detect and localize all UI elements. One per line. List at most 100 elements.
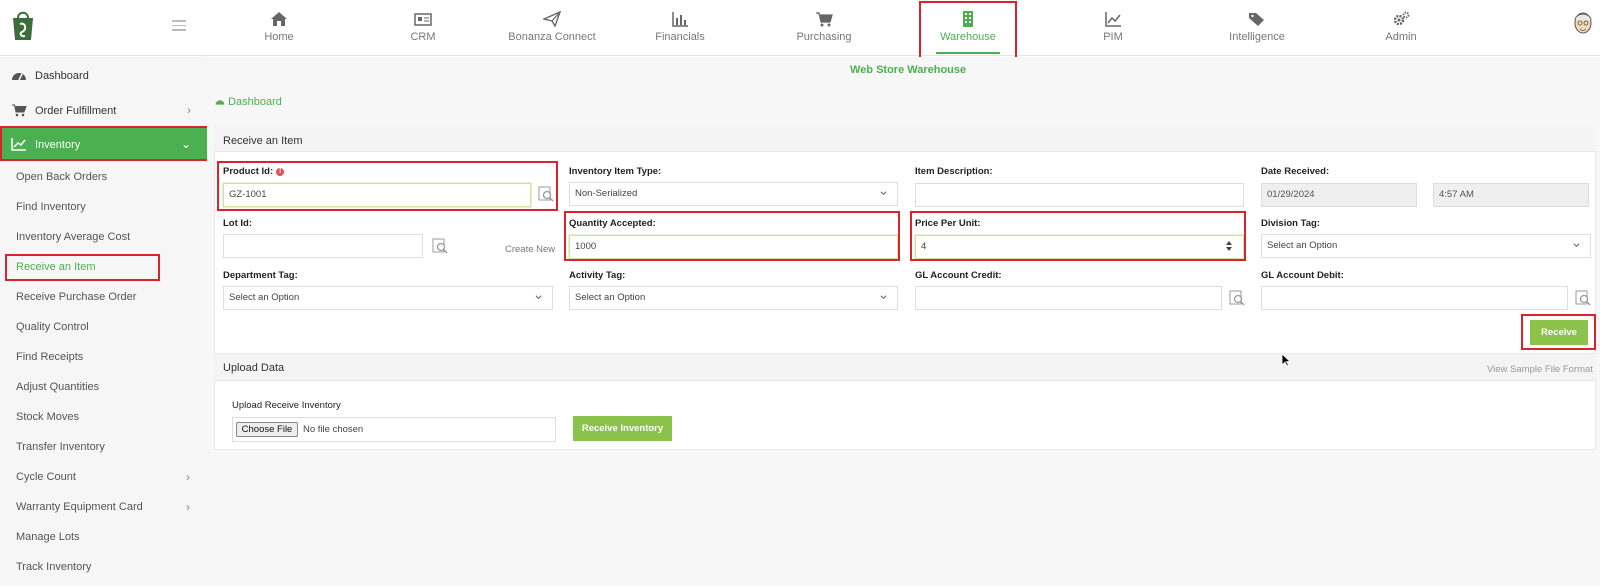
line-chart-icon bbox=[1105, 12, 1121, 27]
price-per-unit-input[interactable]: 4 bbox=[915, 235, 1244, 259]
nav-financials-label: Financials bbox=[655, 31, 705, 43]
breadcrumb-dashboard[interactable]: Dashboard bbox=[228, 96, 282, 108]
spinner-icon[interactable] bbox=[1225, 239, 1233, 253]
activity-tag-value: Select an Option bbox=[575, 292, 646, 303]
sidebar-sub-open-back-orders[interactable]: Open Back Orders bbox=[16, 171, 107, 183]
time-received-input[interactable]: 4:57 AM bbox=[1433, 183, 1589, 207]
sidebar-item-inventory-label: Inventory bbox=[35, 139, 81, 151]
sidebar-sub-warranty-equipment-card[interactable]: Warranty Equipment Card bbox=[16, 501, 143, 513]
lookup-icon[interactable] bbox=[1229, 290, 1245, 306]
receive-item-panel-header bbox=[214, 124, 1596, 152]
sidebar-item-dashboard[interactable]: Dashboard bbox=[0, 58, 207, 92]
quantity-label: Quantity Accepted: bbox=[569, 218, 656, 229]
nav-bonanza-connect[interactable]: Bonanza Connect bbox=[497, 8, 607, 52]
store-name: Web Store Warehouse bbox=[850, 64, 967, 76]
division-tag-label: Division Tag: bbox=[1261, 218, 1320, 229]
item-description-input[interactable] bbox=[915, 183, 1244, 207]
nav-intelligence[interactable]: Intelligence bbox=[1202, 8, 1312, 52]
lot-id-label: Lot Id: bbox=[223, 218, 253, 229]
item-type-select[interactable]: Non-Serialized bbox=[569, 182, 898, 206]
nav-intelligence-label: Intelligence bbox=[1229, 31, 1285, 43]
department-tag-label: Department Tag: bbox=[223, 270, 298, 281]
chevron-down-icon bbox=[535, 295, 542, 300]
view-sample-link[interactable]: View Sample File Format bbox=[1487, 364, 1593, 375]
sidebar-sub-cycle-count[interactable]: Cycle Count bbox=[16, 471, 76, 483]
sidebar-sub-transfer-inventory[interactable]: Transfer Inventory bbox=[16, 441, 105, 453]
chevron-down-icon bbox=[880, 295, 887, 300]
product-id-label-text: Product Id: bbox=[223, 166, 274, 177]
sidebar-sub-find-inventory[interactable]: Find Inventory bbox=[16, 201, 86, 213]
sidebar-sub-receive-an-item[interactable]: Receive an Item bbox=[16, 261, 95, 273]
nav-bonanza-connect-label: Bonanza Connect bbox=[508, 31, 596, 43]
quantity-input[interactable]: 1000 bbox=[569, 235, 898, 259]
sidebar-item-inventory[interactable]: Inventory ⌄ bbox=[0, 127, 207, 160]
gl-debit-label: GL Account Debit: bbox=[1261, 270, 1344, 281]
cart-icon bbox=[12, 104, 27, 117]
gl-debit-input[interactable] bbox=[1261, 286, 1568, 310]
receive-button[interactable]: Receive bbox=[1530, 320, 1588, 345]
sidebar-sub-track-inventory[interactable]: Track Inventory bbox=[16, 561, 91, 573]
create-new-link[interactable]: Create New bbox=[505, 244, 555, 255]
receive-inventory-button[interactable]: Receive Inventory bbox=[573, 416, 672, 441]
nav-purchasing-label: Purchasing bbox=[796, 31, 852, 43]
chevron-right-icon: › bbox=[187, 103, 191, 117]
product-id-input[interactable]: GZ-1001 bbox=[223, 183, 531, 207]
gl-credit-label: GL Account Credit: bbox=[915, 270, 1002, 281]
sidebar-sub-receive-purchase-order[interactable]: Receive Purchase Order bbox=[16, 291, 136, 303]
item-type-value: Non-Serialized bbox=[575, 188, 638, 199]
activity-tag-select[interactable]: Select an Option bbox=[569, 286, 898, 310]
sidebar-sub-inventory-average-cost[interactable]: Inventory Average Cost bbox=[16, 231, 130, 243]
upload-receive-label: Upload Receive Inventory bbox=[232, 400, 341, 411]
nav-warehouse[interactable]: Warehouse bbox=[913, 8, 1023, 54]
nav-home[interactable]: Home bbox=[224, 8, 334, 52]
sidebar-sub-stock-moves[interactable]: Stock Moves bbox=[16, 411, 79, 423]
breadcrumb[interactable]: Dashboard bbox=[215, 96, 282, 108]
nav-admin[interactable]: Admin bbox=[1346, 8, 1456, 52]
dashboard-icon bbox=[12, 73, 26, 81]
lot-id-input[interactable] bbox=[223, 234, 423, 258]
department-tag-value: Select an Option bbox=[229, 292, 300, 303]
logo-icon[interactable] bbox=[8, 8, 38, 42]
chevron-right-icon: › bbox=[186, 500, 190, 514]
chevron-right-icon: › bbox=[186, 470, 190, 484]
lookup-icon[interactable] bbox=[538, 186, 554, 202]
choose-file-button[interactable]: Choose File bbox=[236, 422, 298, 437]
nav-pim[interactable]: PIM bbox=[1058, 8, 1168, 52]
lookup-icon[interactable] bbox=[1575, 290, 1591, 306]
sidebar-sub-adjust-quantities[interactable]: Adjust Quantities bbox=[16, 381, 99, 393]
sidebar-item-dashboard-label: Dashboard bbox=[35, 70, 89, 82]
division-tag-select[interactable]: Select an Option bbox=[1261, 234, 1591, 258]
cogs-icon bbox=[1393, 11, 1410, 26]
gl-credit-input[interactable] bbox=[915, 286, 1222, 310]
product-id-label: Product Id:! bbox=[223, 166, 285, 177]
upload-title: Upload Data bbox=[223, 362, 285, 374]
department-tag-select[interactable]: Select an Option bbox=[223, 286, 553, 310]
sidebar-item-order-fulfillment[interactable]: Order Fulfillment › bbox=[0, 93, 207, 127]
menu-toggle-icon[interactable] bbox=[172, 20, 186, 32]
home-icon bbox=[271, 12, 287, 26]
paper-plane-icon bbox=[543, 11, 561, 27]
user-avatar[interactable] bbox=[1572, 10, 1594, 38]
sidebar-sub-find-receipts[interactable]: Find Receipts bbox=[16, 351, 83, 363]
upload-panel-header bbox=[214, 353, 1596, 381]
nav-purchasing[interactable]: Purchasing bbox=[769, 8, 879, 52]
mouse-cursor-icon bbox=[1281, 353, 1291, 367]
date-received-input[interactable]: 01/29/2024 bbox=[1261, 183, 1417, 207]
nav-home-label: Home bbox=[264, 31, 294, 43]
line-chart-icon bbox=[11, 138, 26, 151]
nav-warehouse-label: Warehouse bbox=[940, 31, 996, 43]
lookup-icon[interactable] bbox=[432, 238, 448, 254]
no-file-text: No file chosen bbox=[303, 424, 364, 435]
dashboard-icon bbox=[215, 100, 225, 105]
price-per-unit-label: Price Per Unit: bbox=[915, 218, 981, 229]
nav-crm[interactable]: CRM bbox=[368, 8, 478, 52]
nav-financials[interactable]: Financials bbox=[625, 8, 735, 52]
nav-pim-label: PIM bbox=[1103, 31, 1123, 43]
cart-icon bbox=[816, 12, 833, 27]
chevron-down-icon: ⌄ bbox=[180, 137, 191, 151]
sidebar-sub-manage-lots[interactable]: Manage Lots bbox=[16, 531, 80, 543]
required-icon: ! bbox=[276, 168, 285, 176]
chevron-down-icon bbox=[880, 191, 887, 196]
sidebar-sub-quality-control[interactable]: Quality Control bbox=[16, 321, 89, 333]
building-icon bbox=[963, 11, 973, 27]
